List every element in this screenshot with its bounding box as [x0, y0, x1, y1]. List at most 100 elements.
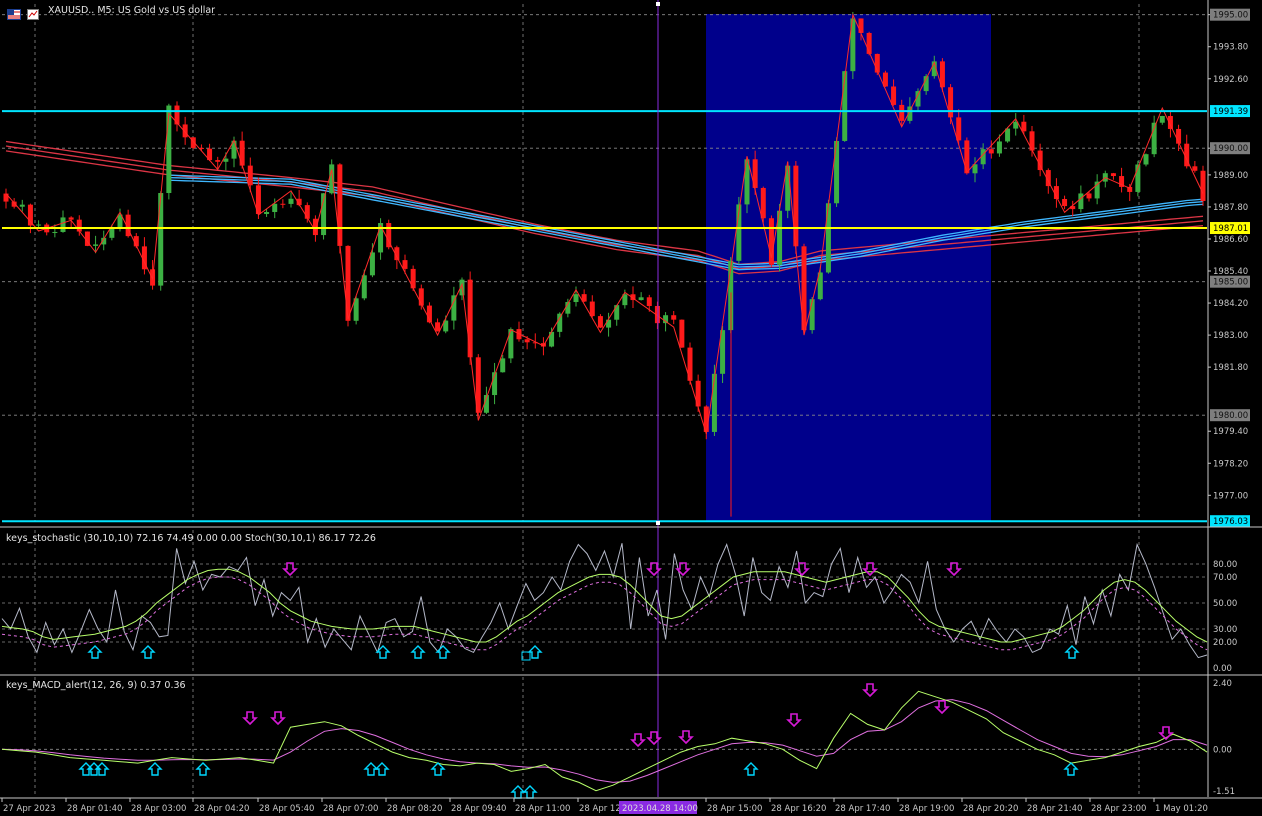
level-label: 1976.03	[1213, 517, 1248, 527]
time-label: 28 Apr 05:40	[259, 804, 314, 814]
candle-body	[3, 193, 9, 202]
candle-body	[312, 218, 318, 236]
candle-body	[1086, 193, 1092, 199]
time-label: 28 Apr 09:40	[451, 804, 506, 814]
stoch-tick-label: 30.00	[1213, 625, 1237, 635]
time-label: 28 Apr 20:20	[963, 804, 1018, 814]
price-tick-label: 1987.80	[1213, 203, 1248, 213]
ma-red-line	[5, 145, 1204, 270]
candle-body	[60, 217, 66, 232]
candle-body	[280, 203, 286, 205]
macd-up-arrow	[1063, 762, 1079, 776]
macd-up-arrow	[374, 762, 390, 776]
candle-body	[288, 198, 294, 204]
candle-body	[500, 358, 506, 373]
candle-body	[109, 228, 115, 238]
macd-main-line	[1, 690, 1208, 792]
candle-body	[899, 104, 905, 121]
candle-body	[1021, 121, 1027, 132]
time-label: 28 Apr 08:20	[387, 804, 442, 814]
candle-body	[19, 204, 25, 207]
ma-red-line	[5, 140, 1204, 265]
stoch-up-arrow	[435, 645, 451, 659]
stoch-fast-line	[1, 542, 1208, 659]
stoch-down-arrow	[862, 562, 878, 577]
macd-tick-label: 2.40	[1213, 679, 1232, 689]
candle-body	[1078, 193, 1084, 210]
time-label: 28 Apr 17:40	[835, 804, 890, 814]
candle-body	[711, 373, 717, 432]
candle-body	[524, 339, 530, 343]
time-label: 28 Apr 21:40	[1027, 804, 1082, 814]
chart-title: XAUUSD.. M5: US Gold vs US dollar	[48, 5, 216, 16]
stoch-tick-label: 20.00	[1213, 638, 1237, 648]
candle-body	[369, 252, 375, 276]
time-label: 27 Apr 2023	[3, 804, 56, 814]
price-tick-label: 1981.80	[1213, 363, 1248, 373]
candle-body	[1143, 154, 1149, 165]
candle-body	[1062, 198, 1068, 207]
macd-up-arrow	[195, 762, 211, 776]
candle-body	[638, 297, 644, 301]
macd-up-arrow	[147, 762, 163, 776]
candle-body	[1200, 170, 1206, 202]
stoch-title: keys_stochastic (30,10,10) 72.16 74.49 0…	[6, 533, 376, 544]
candle-body	[679, 319, 685, 348]
macd-up-arrow	[94, 762, 110, 776]
candle-body	[557, 313, 563, 332]
candle-body	[1192, 166, 1198, 171]
stoch-tick-label: 0.00	[1213, 664, 1232, 674]
macd-up-arrow	[510, 785, 526, 799]
candle-body	[68, 217, 74, 220]
price-grid-label: 1985.00	[1213, 278, 1248, 288]
stoch-up-arrow	[527, 645, 543, 659]
candle-body	[891, 86, 897, 105]
flag-icon[interactable]	[7, 5, 21, 20]
candle-body	[964, 140, 970, 174]
candle-body	[93, 244, 99, 246]
price-grid-label: 1995.00	[1213, 11, 1248, 21]
stoch-down-arrow	[282, 562, 298, 577]
price-tick-label: 1985.40	[1213, 267, 1248, 277]
time-label: 1 May 01:20	[1155, 804, 1208, 814]
candle-body	[956, 117, 962, 141]
time-label: 28 Apr 12:	[579, 804, 624, 814]
macd-tick-label: -1.51	[1213, 787, 1235, 797]
chart-window[interactable]: 1995.00 1993.80 1992.60 1990.00 1989.00 1987.…	[0, 0, 1262, 816]
chart-icon[interactable]	[27, 5, 39, 20]
candle-body	[671, 315, 677, 320]
macd-down-arrow	[678, 730, 694, 745]
candle-body	[402, 260, 408, 269]
candle-body	[158, 193, 164, 286]
price-tick-label: 1992.60	[1213, 75, 1248, 85]
level-label: 1987.01	[1213, 224, 1248, 234]
stoch-up-arrow	[87, 645, 103, 659]
stoch-tick-label: 80.00	[1213, 560, 1237, 570]
candle-body	[988, 149, 994, 154]
candle-body	[435, 322, 441, 332]
macd-down-arrow	[242, 711, 258, 726]
time-label: 28 Apr 11:00	[515, 804, 570, 814]
candle-body	[1159, 115, 1165, 123]
cursor-time-label: 2023.04.28 14:00	[622, 804, 698, 814]
cursor-handle[interactable]	[656, 521, 660, 525]
macd-up-arrow	[522, 785, 538, 799]
candle-body	[215, 160, 221, 162]
candle-body	[646, 297, 652, 306]
candle-body	[573, 294, 579, 303]
macd-down-arrow	[270, 711, 286, 726]
price-tick-label: 1977.00	[1213, 491, 1248, 501]
price-tick-label: 1983.00	[1213, 331, 1248, 341]
chart-canvas[interactable]: 1995.00 1993.80 1992.60 1990.00 1989.00 1987.…	[0, 0, 1262, 816]
macd-down-arrow	[786, 713, 802, 728]
candle-body	[36, 224, 42, 226]
stoch-up-arrow	[140, 645, 156, 659]
candle-body	[345, 245, 351, 321]
candle-body	[223, 158, 229, 162]
price-tick-label: 1984.20	[1213, 299, 1248, 309]
candle-body	[467, 279, 473, 358]
macd-tick-label: 0.00	[1213, 745, 1232, 755]
candle-body	[858, 18, 864, 33]
candle-body	[451, 295, 457, 321]
cursor-handle[interactable]	[656, 2, 660, 6]
